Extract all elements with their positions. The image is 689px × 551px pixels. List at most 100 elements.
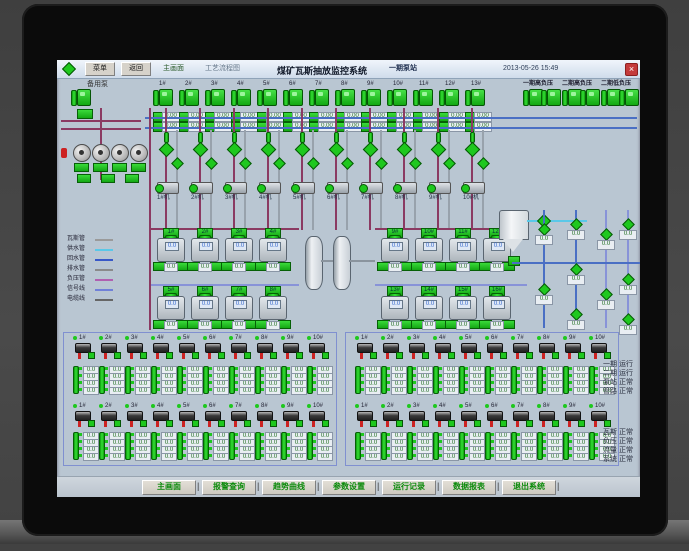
bypass-valve-icon[interactable]: [205, 157, 218, 170]
line-valve-icon[interactable]: [600, 228, 613, 241]
top-pump-icon[interactable]: [289, 89, 303, 106]
top-pump-icon[interactable]: [419, 89, 433, 106]
water-separator-vessel: [305, 236, 323, 290]
bypass-valve-icon[interactable]: [239, 157, 252, 170]
drain-valve-icon[interactable]: [430, 141, 447, 158]
top-pump-icon[interactable]: [185, 89, 199, 106]
device-aux-dot: [296, 420, 303, 427]
line-valve-icon[interactable]: [600, 288, 613, 301]
top-pump-icon[interactable]: [445, 89, 459, 106]
nav-button-2[interactable]: 报警查询: [202, 480, 256, 495]
drain-valve-icon[interactable]: [396, 141, 413, 158]
drain-valve-icon[interactable]: [464, 141, 481, 158]
device-status-dot: [177, 404, 181, 408]
left-main-riser: [149, 108, 151, 330]
top-pump-icon[interactable]: [211, 89, 225, 106]
legend-label: 排水管: [67, 266, 86, 272]
spare-pump-icon[interactable]: [77, 89, 91, 106]
readout-dot: [543, 381, 546, 384]
readout-value: 0.0: [495, 387, 511, 395]
gauge-icon[interactable]: [73, 144, 91, 162]
readout-dot: [569, 433, 572, 436]
bypass-valve-icon[interactable]: [341, 157, 354, 170]
top-pump-label: 3#: [211, 81, 218, 87]
readout-dot: [79, 454, 82, 457]
right-pump-icon[interactable]: [547, 89, 561, 106]
nav-button-5[interactable]: 运行记录: [382, 480, 436, 495]
pump-skid-unit[interactable]: 0.0: [483, 296, 511, 320]
bypass-valve-icon[interactable]: [409, 157, 422, 170]
right-pump-icon[interactable]: [586, 89, 600, 106]
top-pump-icon[interactable]: [393, 89, 407, 106]
hopper-valve-icon[interactable]: [508, 256, 520, 266]
pump-skid-unit[interactable]: 0.0: [191, 296, 219, 320]
skid-display: 0.0: [199, 242, 213, 251]
pump-skid-unit[interactable]: 0.0: [225, 238, 253, 262]
device-drip-icon: [412, 421, 415, 427]
gauge-icon[interactable]: [130, 144, 148, 162]
line-valve-icon[interactable]: [538, 283, 551, 296]
legend-swatch: [95, 299, 113, 301]
drain-valve-icon[interactable]: [192, 141, 209, 158]
pump-skid-unit[interactable]: 0.0: [259, 296, 287, 320]
top-pump-icon[interactable]: [471, 89, 485, 106]
nav-button-1[interactable]: 主画面: [142, 480, 196, 495]
readout-dot: [79, 440, 82, 443]
top-pump-icon[interactable]: [263, 89, 277, 106]
readout-dot: [209, 454, 212, 457]
top-pump-icon[interactable]: [341, 89, 355, 106]
bypass-valve-icon[interactable]: [375, 157, 388, 170]
bypass-valve-icon[interactable]: [443, 157, 456, 170]
pump-skid-unit[interactable]: 0.0: [259, 238, 287, 262]
nav-button-6[interactable]: 数据报表: [442, 480, 496, 495]
legend-label: 信号线: [67, 286, 86, 292]
pump-skid-unit[interactable]: 0.0: [381, 296, 409, 320]
gauge-icon[interactable]: [92, 144, 110, 162]
line-valve-icon[interactable]: [622, 313, 635, 326]
legend-swatch: [95, 249, 113, 251]
device-label: 2#: [387, 403, 394, 409]
pump-skid-unit[interactable]: 0.0: [415, 238, 443, 262]
legend-swatch: [95, 259, 113, 261]
nav-button-3[interactable]: 趋势曲线: [262, 480, 316, 495]
line-valve-icon[interactable]: [570, 308, 583, 321]
drain-valve-icon[interactable]: [328, 141, 345, 158]
pump-skid-unit[interactable]: 0.0: [449, 238, 477, 262]
pump-skid-unit[interactable]: 0.0: [415, 296, 443, 320]
pump-skid-unit[interactable]: 0.0: [449, 296, 477, 320]
bypass-valve-icon[interactable]: [171, 157, 184, 170]
pump-skid-unit[interactable]: 0.0: [381, 238, 409, 262]
bypass-valve-icon[interactable]: [307, 157, 320, 170]
top-pump-icon[interactable]: [237, 89, 251, 106]
device-aux-dot: [270, 420, 277, 427]
minipump-label: 3#机: [225, 195, 238, 201]
readout-dot: [209, 374, 212, 377]
top-pump-icon[interactable]: [159, 89, 173, 106]
line-valve-icon[interactable]: [622, 218, 635, 231]
gauge-icon[interactable]: [111, 144, 129, 162]
pump-skid-unit[interactable]: 0.0: [225, 296, 253, 320]
line-valve-icon[interactable]: [622, 273, 635, 286]
alarm-icon[interactable]: [61, 148, 67, 158]
pump-skid-unit[interactable]: 0.0: [191, 238, 219, 262]
pump-skid-unit[interactable]: 0.0: [157, 296, 185, 320]
device-status-dot: [307, 336, 311, 340]
top-pump-icon[interactable]: [315, 89, 329, 106]
pump-skid-unit[interactable]: 0.0: [157, 238, 185, 262]
line-valve-icon[interactable]: [570, 263, 583, 276]
bypass-valve-icon[interactable]: [273, 157, 286, 170]
nav-button-4[interactable]: 参数设置: [322, 480, 376, 495]
device-aux-dot: [422, 352, 429, 359]
drain-valve-icon[interactable]: [226, 141, 243, 158]
nav-button-7[interactable]: 退出系统: [502, 480, 556, 495]
right-pump-icon[interactable]: [625, 89, 639, 106]
drain-valve-icon[interactable]: [158, 141, 175, 158]
device-status-dot: [125, 336, 129, 340]
bypass-valve-icon[interactable]: [477, 157, 490, 170]
readout-value: 0.0: [573, 453, 589, 461]
top-pump-icon[interactable]: [367, 89, 381, 106]
drain-valve-icon[interactable]: [260, 141, 277, 158]
readout-dot: [413, 367, 416, 370]
drain-valve-icon[interactable]: [294, 141, 311, 158]
drain-valve-icon[interactable]: [362, 141, 379, 158]
